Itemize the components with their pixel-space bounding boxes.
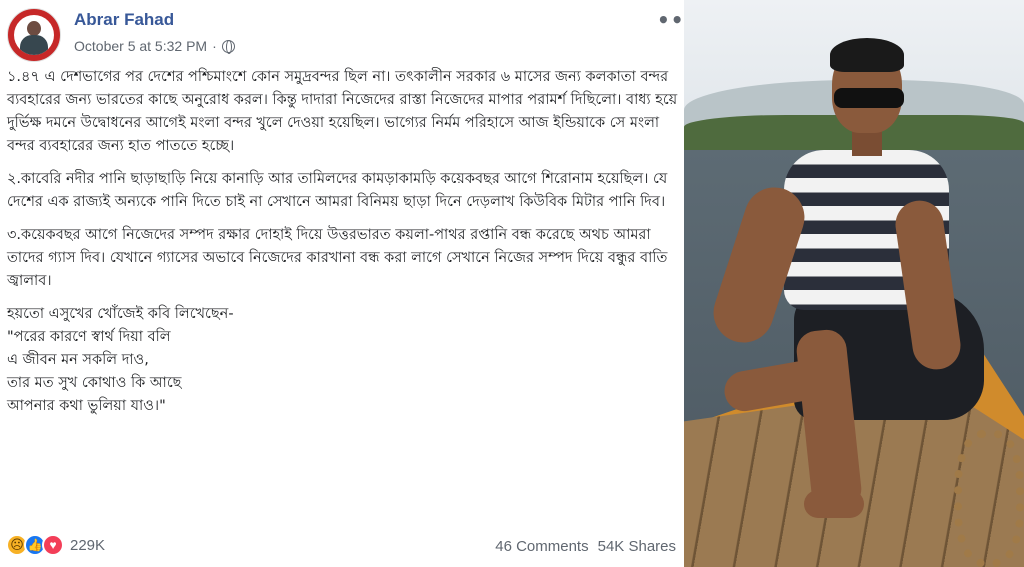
- photo-person-hair: [830, 38, 904, 72]
- quote-line: "পরের কারণে স্বার্থ দিয়া বলি: [7, 329, 171, 345]
- quote-block: হয়তো এসুখের খোঁজেই কবি লিখেছেন- "পরের ক…: [7, 303, 679, 418]
- love-icon: ♥: [42, 534, 64, 556]
- post-photo[interactable]: [684, 0, 1024, 567]
- photo-person-foot: [804, 490, 864, 518]
- avatar[interactable]: [7, 8, 61, 62]
- post-stats: 46 Comments 54K Shares: [495, 538, 676, 555]
- avatar-photo: [14, 15, 54, 55]
- quote-line: এ জীবন মন সকলি দাও,: [7, 352, 149, 368]
- comments-count[interactable]: 46 Comments: [495, 538, 588, 555]
- post-timestamp[interactable]: October 5 at 5:32 PM: [74, 38, 207, 54]
- post-paragraph-1: ১.৪৭ এ দেশভাগের পর দেশের পশ্চিমাংশে কোন …: [7, 69, 678, 154]
- quote-line: আপনার কথা ভুলিয়া যাও।": [7, 398, 166, 414]
- post-meta: October 5 at 5:32 PM ·: [74, 38, 235, 54]
- avatar-body: [20, 35, 48, 55]
- post-footer: ☹ 👍 ♥ 229K 46 Comments 54K Shares: [0, 530, 684, 564]
- quote-line: তার মত সুখ কোথাও কি আছে: [7, 375, 182, 391]
- post-paragraph-3: ৩.কয়েকবছর আগে নিজেদের সম্পদ রক্ষার দোহা…: [7, 227, 668, 289]
- globe-icon[interactable]: [221, 39, 235, 54]
- reaction-count[interactable]: 229K: [70, 537, 105, 554]
- facebook-post: Abrar Fahad October 5 at 5:32 PM · ••• ১…: [0, 0, 697, 567]
- photo-person-sunglasses: [834, 88, 904, 108]
- reactions-summary[interactable]: ☹ 👍 ♥ 229K: [6, 534, 105, 556]
- author-name[interactable]: Abrar Fahad: [74, 10, 174, 30]
- photo-rope: [954, 430, 1024, 567]
- quote-intro: হয়তো এসুখের খোঁজেই কবি লিখেছেন-: [7, 306, 234, 322]
- avatar-head: [27, 21, 41, 36]
- meta-separator: ·: [212, 38, 217, 54]
- shares-count[interactable]: 54K Shares: [598, 538, 676, 555]
- post-text: ১.৪৭ এ দেশভাগের পর দেশের পশ্চিমাংশে কোন …: [7, 66, 679, 418]
- post-paragraph-2: ২.কাবেরি নদীর পানি ছাড়াছাড়ি নিয়ে কানা…: [7, 171, 668, 210]
